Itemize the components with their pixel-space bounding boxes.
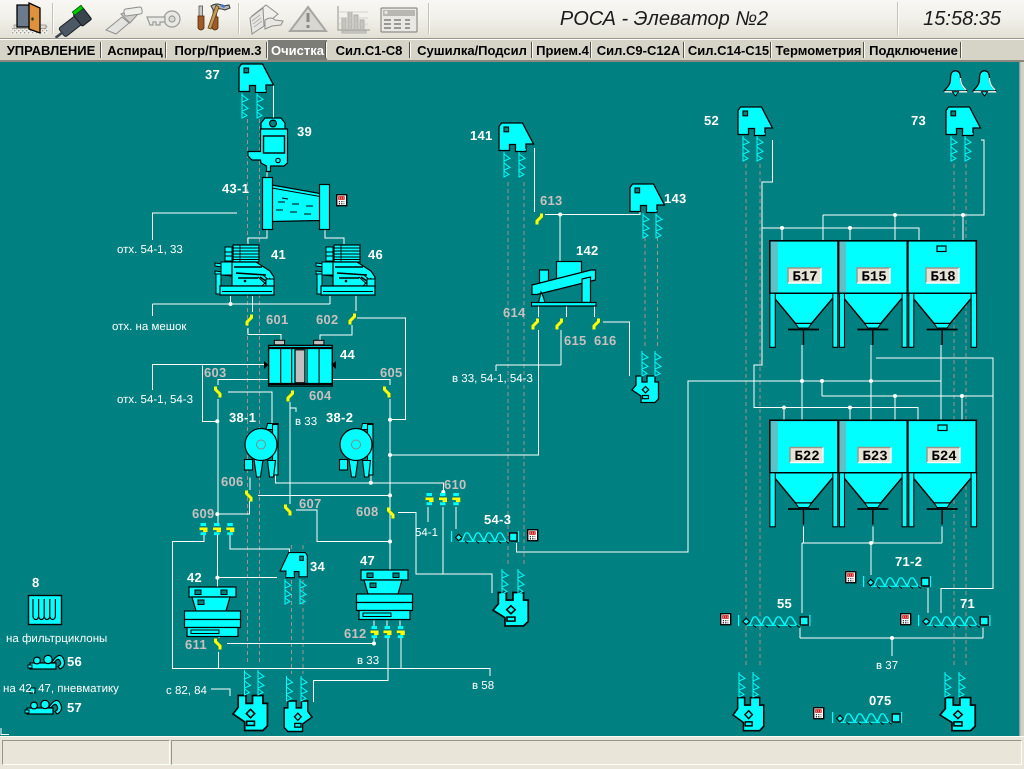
svg-text:606: 606 — [221, 474, 244, 489]
svg-text:на фильтрциклоны: на фильтрциклоны — [6, 633, 107, 645]
svg-text:55: 55 — [777, 596, 792, 611]
svg-text:610: 610 — [444, 477, 467, 492]
svg-text:Б24: Б24 — [932, 449, 957, 465]
svg-text:54-3: 54-3 — [484, 512, 511, 527]
svg-text:603: 603 — [204, 365, 227, 380]
svg-text:52: 52 — [704, 113, 719, 128]
svg-text:39: 39 — [297, 124, 312, 139]
svg-text:в 33: в 33 — [357, 655, 379, 667]
svg-text:44: 44 — [340, 347, 356, 362]
svg-text:42: 42 — [187, 570, 202, 585]
svg-text:в 33: в 33 — [295, 416, 317, 428]
svg-text:71: 71 — [960, 596, 975, 611]
svg-text:141: 141 — [470, 128, 493, 143]
svg-text:604: 604 — [309, 388, 332, 403]
svg-text:в 33, 54-1, 54-3: в 33, 54-1, 54-3 — [452, 373, 533, 385]
svg-text:54-1: 54-1 — [415, 527, 438, 539]
svg-text:с 82, 84: с 82, 84 — [166, 685, 208, 697]
svg-text:143: 143 — [664, 191, 687, 206]
svg-text:607: 607 — [299, 496, 322, 511]
svg-text:37: 37 — [205, 67, 220, 82]
svg-text:38-1: 38-1 — [229, 410, 256, 425]
svg-text:отх. 54-1, 33: отх. 54-1, 33 — [117, 244, 183, 256]
svg-text:614: 614 — [503, 305, 526, 320]
svg-text:615: 615 — [564, 333, 587, 348]
svg-text:Б18: Б18 — [931, 270, 956, 286]
svg-text:608: 608 — [356, 504, 379, 519]
svg-text:на 42, 47, пневматику: на 42, 47, пневматику — [3, 683, 119, 695]
svg-text:34: 34 — [310, 559, 326, 574]
svg-text:в 37: в 37 — [876, 660, 898, 672]
svg-text:Б15: Б15 — [862, 270, 887, 286]
svg-text:Б22: Б22 — [795, 449, 820, 465]
svg-text:отх. на мешок: отх. на мешок — [112, 321, 187, 333]
svg-text:Б23: Б23 — [863, 449, 888, 465]
svg-text:отх. 54-1, 54-3: отх. 54-1, 54-3 — [117, 394, 193, 406]
svg-text:8: 8 — [32, 575, 40, 590]
svg-text:46: 46 — [368, 247, 383, 262]
svg-text:142: 142 — [576, 243, 599, 258]
svg-text:613: 613 — [540, 193, 563, 208]
svg-text:602: 602 — [316, 312, 339, 327]
svg-text:в 58: в 58 — [472, 680, 494, 692]
svg-text:609: 609 — [192, 506, 215, 521]
svg-text:601: 601 — [266, 312, 289, 327]
svg-text:71-2: 71-2 — [895, 554, 922, 569]
svg-text:612: 612 — [344, 626, 367, 641]
svg-text:43-1: 43-1 — [222, 181, 249, 196]
svg-text:Б17: Б17 — [793, 270, 818, 286]
svg-text:57: 57 — [67, 700, 82, 715]
svg-text:611: 611 — [185, 637, 207, 652]
svg-text:075: 075 — [869, 693, 892, 708]
svg-text:47: 47 — [360, 553, 375, 568]
svg-text:56: 56 — [67, 654, 82, 669]
svg-text:616: 616 — [594, 333, 617, 348]
svg-text:41: 41 — [271, 247, 286, 262]
svg-text:38-2: 38-2 — [326, 410, 353, 425]
svg-text:73: 73 — [911, 113, 926, 128]
svg-text:605: 605 — [380, 365, 403, 380]
